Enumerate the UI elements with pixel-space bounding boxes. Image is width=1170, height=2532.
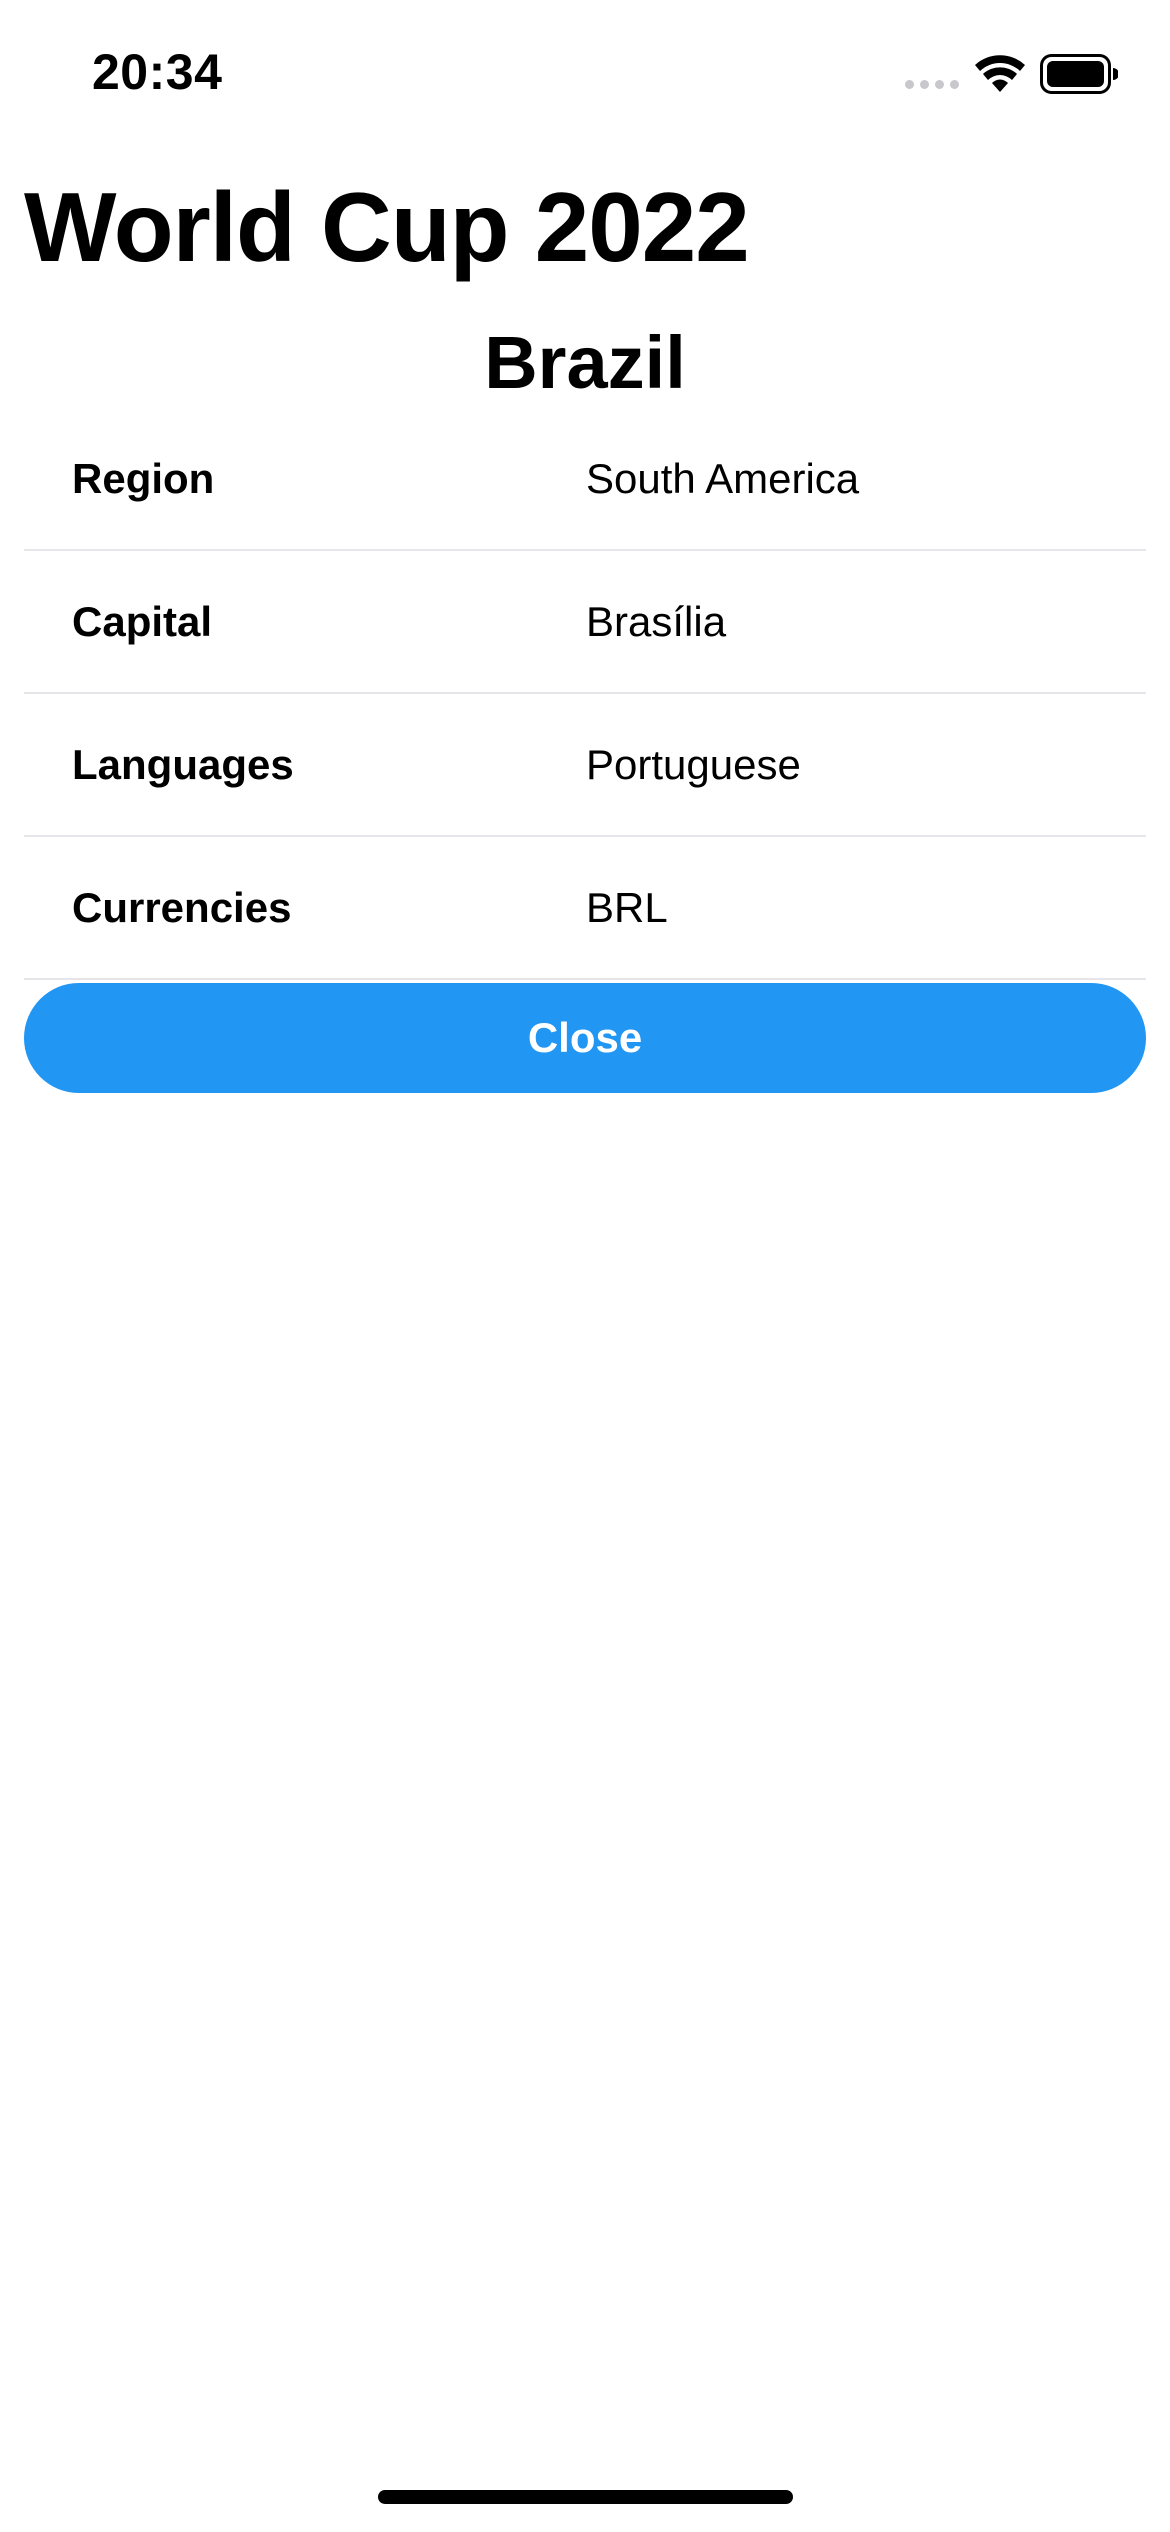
detail-label: Region	[72, 455, 215, 502]
detail-value: Brasília	[586, 598, 727, 645]
detail-row-languages: Languages Portuguese	[24, 694, 1146, 837]
status-time: 20:34	[92, 44, 223, 100]
signal-dot	[920, 80, 929, 89]
detail-label: Capital	[72, 598, 213, 645]
detail-value: BRL	[586, 884, 668, 931]
battery-icon	[1040, 54, 1118, 94]
country-details-list: Region South America Capital Brasília La…	[24, 408, 1146, 980]
detail-row-currencies: Currencies BRL	[24, 837, 1146, 980]
wifi-icon	[975, 55, 1025, 92]
detail-value: South America	[586, 455, 860, 502]
cellular-signal-icon	[905, 80, 961, 92]
detail-value: Portuguese	[586, 741, 801, 788]
signal-dot	[935, 80, 944, 89]
country-name: Brazil	[484, 321, 686, 404]
signal-dot	[950, 80, 959, 89]
close-button[interactable]: Close	[24, 983, 1146, 1093]
home-indicator[interactable]	[378, 2490, 793, 2504]
detail-row-region: Region South America	[24, 408, 1146, 551]
signal-dot	[905, 80, 914, 89]
status-bar: 20:34	[0, 0, 1170, 140]
detail-row-capital: Capital Brasília	[24, 551, 1146, 694]
detail-label: Languages	[72, 741, 294, 788]
page-title: World Cup 2022	[24, 172, 750, 282]
detail-label: Currencies	[72, 884, 292, 931]
